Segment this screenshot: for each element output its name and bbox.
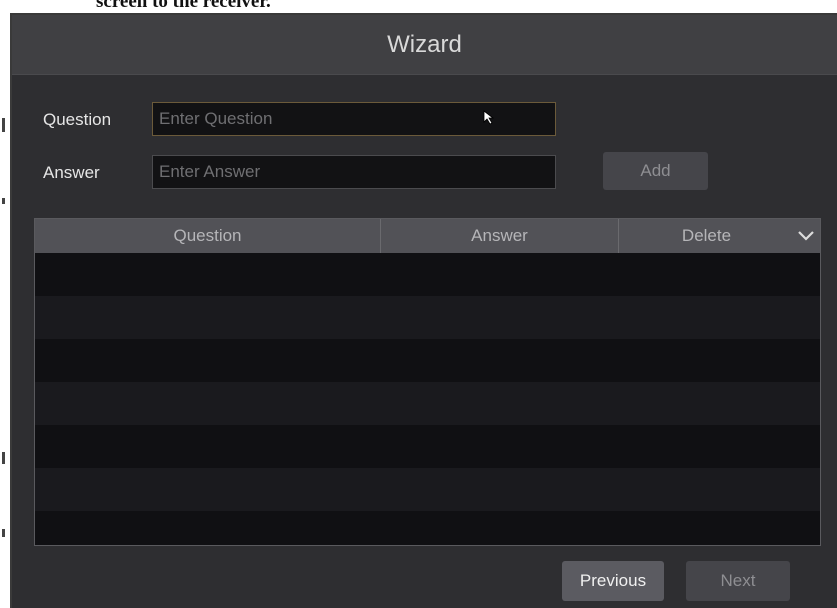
edge-mark <box>2 118 5 132</box>
background-document-text: screen to the receiver. <box>96 0 271 12</box>
chevron-down-icon[interactable] <box>792 219 820 253</box>
answer-placeholder: Enter Answer <box>159 162 261 181</box>
table-header: Question Answer Delete <box>35 219 820 253</box>
answer-label: Answer <box>43 163 100 182</box>
edge-mark <box>2 198 5 204</box>
next-button[interactable]: Next <box>686 561 790 601</box>
background-window-edge <box>0 0 10 608</box>
previous-button[interactable]: Previous <box>562 561 664 601</box>
table-row <box>35 339 820 382</box>
dialog-title: Wizard <box>387 31 462 58</box>
answer-input[interactable]: Enter Answer <box>152 155 556 189</box>
table-row <box>35 511 820 545</box>
column-header-delete[interactable]: Delete <box>619 219 794 253</box>
wizard-dialog: Wizard Question Enter Question Answer En… <box>10 13 837 608</box>
add-button[interactable]: Add <box>603 152 708 190</box>
table-row <box>35 296 820 339</box>
table-row <box>35 425 820 468</box>
edge-mark <box>2 529 5 537</box>
edge-mark <box>2 452 5 464</box>
table-row <box>35 382 820 425</box>
column-header-answer[interactable]: Answer <box>381 219 619 253</box>
question-placeholder: Enter Question <box>159 109 273 128</box>
table-row <box>35 468 820 511</box>
page: screen to the receiver. Wizard Question … <box>0 0 837 608</box>
dialog-titlebar: Wizard <box>12 15 837 75</box>
table-row <box>35 253 820 296</box>
column-header-question[interactable]: Question <box>35 219 381 253</box>
question-label: Question <box>43 110 112 129</box>
mouse-pointer-icon <box>482 110 498 131</box>
question-answer-table: Question Answer Delete <box>34 218 821 546</box>
